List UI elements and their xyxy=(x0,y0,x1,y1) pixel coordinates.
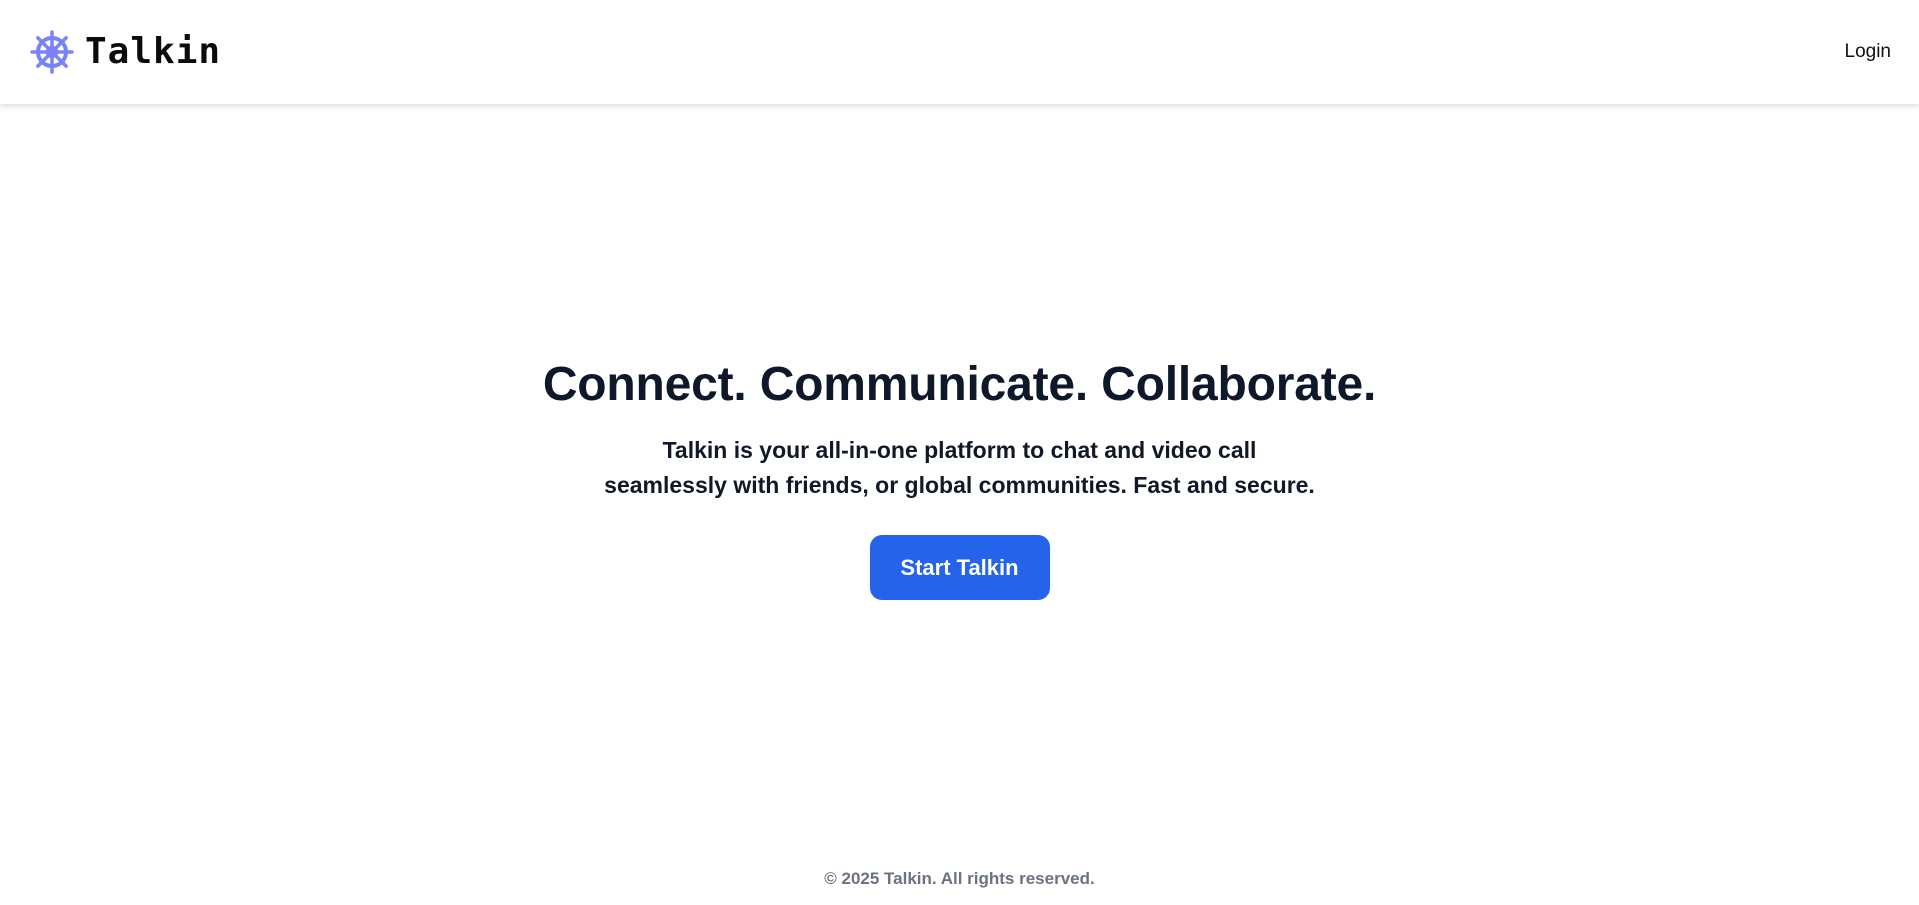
brand-logo-link[interactable]: Talkin xyxy=(30,29,221,75)
brand-name: Talkin xyxy=(85,31,222,72)
hero-title: Connect. Communicate. Collaborate. xyxy=(542,358,1377,411)
start-talkin-button[interactable]: Start Talkin xyxy=(869,535,1050,600)
top-navbar: Talkin Login xyxy=(0,0,1919,104)
login-link[interactable]: Login xyxy=(1845,40,1892,64)
hero-section: Connect. Communicate. Collaborate. Talki… xyxy=(0,355,1919,600)
copyright-text: © 2025 Talkin. All rights reserved. xyxy=(824,869,1095,888)
hero-subtitle: Talkin is your all-in-one platform to ch… xyxy=(604,437,1315,498)
ship-wheel-icon xyxy=(30,30,74,74)
landing-page: Talkin Login Connect. Communicate. Colla… xyxy=(0,0,1919,905)
footer: © 2025 Talkin. All rights reserved. xyxy=(0,868,1919,890)
